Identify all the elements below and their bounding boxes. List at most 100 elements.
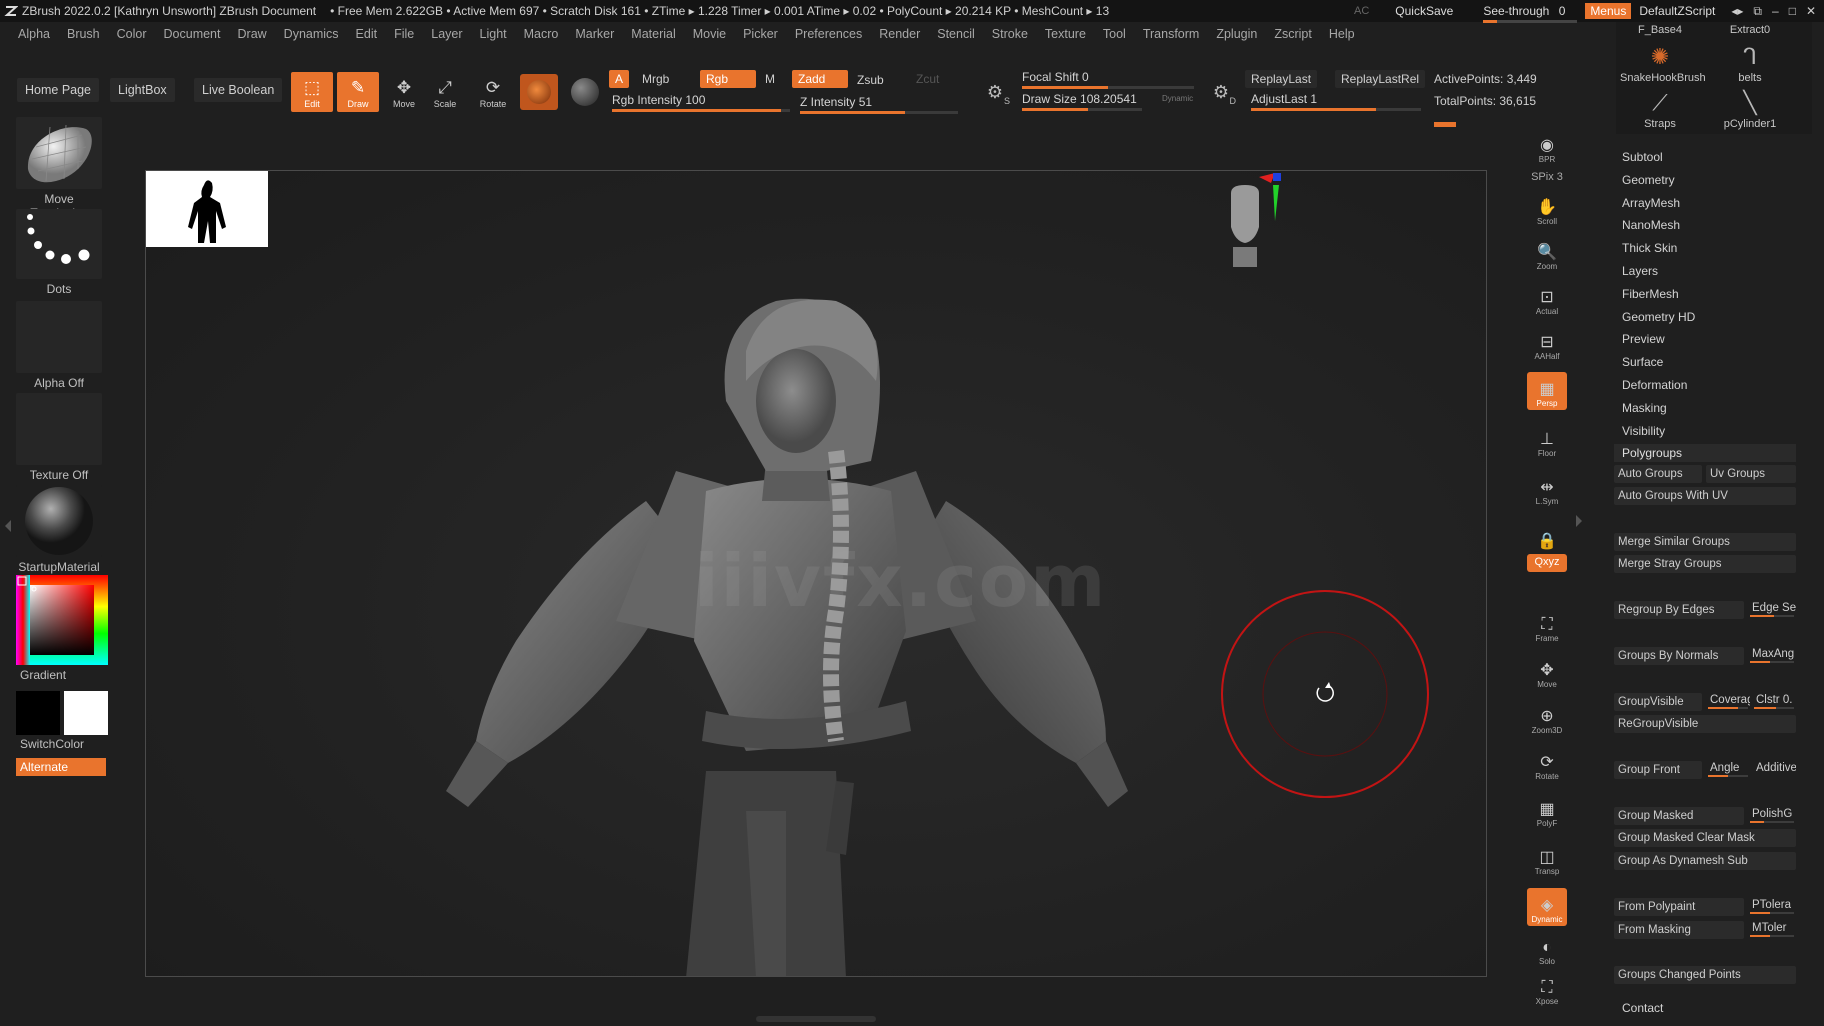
subtool-thumb-snakehook[interactable]: ✺ SnakeHookBrush — [1620, 42, 1706, 84]
d-lazy-button[interactable]: ⚙ D — [1208, 78, 1236, 107]
subtool-thumb-straps[interactable]: ⟋ Straps — [1620, 88, 1700, 130]
shelf-dynamic-button[interactable]: ◈ Dynamic — [1527, 888, 1567, 926]
coverage-slider[interactable]: Coverag — [1706, 691, 1750, 709]
edge-se-slider[interactable]: Edge Se — [1748, 599, 1796, 617]
shelf-xyz-button[interactable]: Qxyz — [1527, 554, 1567, 572]
right-collapse-arrow-icon[interactable] — [1576, 515, 1582, 527]
replay-last-button[interactable]: ReplayLast — [1245, 70, 1318, 88]
menu-brush[interactable]: Brush — [67, 27, 100, 41]
brush-selector[interactable]: Move Topologica — [16, 117, 102, 220]
gradient-label[interactable]: Gradient — [20, 668, 66, 682]
groups-changed-points-button[interactable]: Groups Changed Points — [1614, 966, 1796, 984]
menu-marker[interactable]: Marker — [575, 27, 614, 41]
shelf-transp-button[interactable]: ◫ Transp — [1527, 840, 1567, 878]
home-page-button[interactable]: Home Page — [17, 78, 100, 102]
group-visible-button[interactable]: GroupVisible — [1614, 693, 1702, 711]
group-front-button[interactable]: Group Front — [1614, 761, 1702, 779]
tool-section-fibermesh[interactable]: FiberMesh — [1622, 287, 1679, 301]
shelf-zoom3d-button[interactable]: ⊕ Zoom3D — [1527, 699, 1567, 737]
tool-section-masking[interactable]: Masking — [1622, 401, 1667, 415]
maxang-slider[interactable]: MaxAng — [1748, 645, 1796, 663]
tool-section-arraymesh[interactable]: ArrayMesh — [1622, 196, 1680, 210]
shelf-persp-button[interactable]: ▦ Persp — [1527, 372, 1567, 410]
merge-stray-groups-button[interactable]: Merge Stray Groups — [1614, 555, 1796, 573]
menu-edit[interactable]: Edit — [356, 27, 378, 41]
regroup-visible-button[interactable]: ReGroupVisible — [1614, 715, 1796, 733]
rgb-intensity-slider[interactable]: Rgb Intensity 100 — [612, 93, 790, 112]
groups-by-normals-button[interactable]: Groups By Normals — [1614, 647, 1744, 665]
secondary-color-swatch[interactable] — [64, 691, 108, 735]
tool-section-nanomesh[interactable]: NanoMesh — [1622, 218, 1680, 232]
tool-section-visibility[interactable]: Visibility — [1622, 424, 1665, 438]
texture-selector[interactable]: Texture Off — [16, 393, 102, 482]
subtool-thumb-extract0[interactable]: Extract0 — [1710, 24, 1790, 36]
additive-toggle[interactable]: Additive — [1752, 759, 1796, 777]
group-as-dynamesh-sub-button[interactable]: Group As Dynamesh Sub — [1614, 852, 1796, 870]
contact-section[interactable]: Contact — [1622, 1001, 1663, 1015]
shelf-xpose-button[interactable]: ⛶ Xpose — [1527, 970, 1567, 1008]
group-masked-button[interactable]: Group Masked — [1614, 807, 1744, 825]
bottom-shelf-handle[interactable] — [756, 1016, 876, 1022]
quicksave-button[interactable]: QuickSave — [1395, 4, 1453, 18]
edit-mode-button[interactable]: ⬚ Edit — [291, 72, 333, 112]
focal-shift-slider[interactable]: Focal Shift 0 — [1022, 70, 1194, 89]
menu-dynamics[interactable]: Dynamics — [284, 27, 339, 41]
lightbox-button[interactable]: LightBox — [110, 78, 175, 102]
stroke-selector[interactable]: Dots — [16, 209, 102, 296]
zsub-toggle[interactable]: Zsub — [851, 71, 890, 89]
shelf-actual-button[interactable]: ⊡ Actual — [1527, 280, 1567, 318]
left-collapse-arrow-icon[interactable] — [5, 520, 11, 532]
tool-section-geometry-hd[interactable]: Geometry HD — [1622, 310, 1695, 324]
move-mode-button[interactable]: ✥ Move — [383, 72, 425, 112]
shelf-spix-slider-button[interactable]: SPix 3 — [1527, 170, 1567, 186]
from-polypaint-button[interactable]: From Polypaint — [1614, 898, 1744, 916]
subtool-thumb-pcylinder1[interactable]: ╲ pCylinder1 — [1710, 88, 1790, 130]
angle-slider[interactable]: Angle — [1706, 759, 1750, 777]
rotate-mode-button[interactable]: ⟳ Rotate — [472, 72, 514, 112]
see-through-slider[interactable]: See-through 0 — [1483, 4, 1578, 23]
subtool-thumb-belts[interactable]: ᒉ belts — [1710, 42, 1790, 84]
tool-section-preview[interactable]: Preview — [1622, 332, 1665, 346]
alternate-button[interactable]: Alternate — [16, 758, 106, 776]
color-picker[interactable] — [16, 575, 108, 665]
menu-stroke[interactable]: Stroke — [992, 27, 1028, 41]
tool-section-layers[interactable]: Layers — [1622, 264, 1658, 278]
scale-mode-button[interactable]: ⤢ Scale — [424, 72, 466, 112]
menu-preferences[interactable]: Preferences — [795, 27, 862, 41]
uv-groups-button[interactable]: Uv Groups — [1706, 465, 1796, 483]
tool-section-surface[interactable]: Surface — [1622, 355, 1663, 369]
switch-color-button[interactable]: SwitchColor — [20, 737, 84, 751]
dynamic-label[interactable]: Dynamic — [1162, 94, 1193, 103]
ac-label[interactable]: AC — [1354, 5, 1369, 17]
orientation-gizmo[interactable] — [1211, 171, 1281, 271]
menu-help[interactable]: Help — [1329, 27, 1355, 41]
ptolera-slider[interactable]: PTolera — [1748, 896, 1796, 914]
draw-mode-button[interactable]: ✎ Draw — [337, 72, 379, 112]
menu-file[interactable]: File — [394, 27, 414, 41]
clstr-slider[interactable]: Clstr 0. — [1752, 691, 1796, 709]
tool-section-deformation[interactable]: Deformation — [1622, 378, 1687, 392]
polygroups-header[interactable]: Polygroups — [1614, 444, 1796, 462]
menu-draw[interactable]: Draw — [238, 27, 267, 41]
tool-section-subtool[interactable]: Subtool — [1622, 150, 1663, 164]
menu-material[interactable]: Material — [631, 27, 675, 41]
shelf-rotate-button[interactable]: ⟳ Rotate — [1527, 745, 1567, 783]
s-lazy-button[interactable]: ⚙ S — [982, 78, 1010, 107]
menu-movie[interactable]: Movie — [693, 27, 726, 41]
material-selector[interactable]: StartupMaterial — [16, 485, 102, 574]
zadd-toggle[interactable]: Zadd — [792, 70, 848, 88]
menu-tool[interactable]: Tool — [1103, 27, 1126, 41]
menu-zplugin[interactable]: Zplugin — [1216, 27, 1257, 41]
m-toggle[interactable]: M — [759, 70, 781, 88]
menu-macro[interactable]: Macro — [524, 27, 559, 41]
main-color-swatch[interactable] — [16, 691, 60, 735]
menu-zscript[interactable]: Zscript — [1274, 27, 1312, 41]
shelf-aahalf-button[interactable]: ⊟ AAHalf — [1527, 325, 1567, 363]
mrgb-toggle[interactable]: Mrgb — [636, 70, 675, 88]
shelf-render-button[interactable]: ◉ BPR — [1527, 128, 1567, 166]
menu-render[interactable]: Render — [879, 27, 920, 41]
menu-picker[interactable]: Picker — [743, 27, 778, 41]
menu-light[interactable]: Light — [480, 27, 507, 41]
from-masking-button[interactable]: From Masking — [1614, 921, 1744, 939]
subtool-thumb-f-base4[interactable]: F_Base4 — [1620, 24, 1700, 36]
